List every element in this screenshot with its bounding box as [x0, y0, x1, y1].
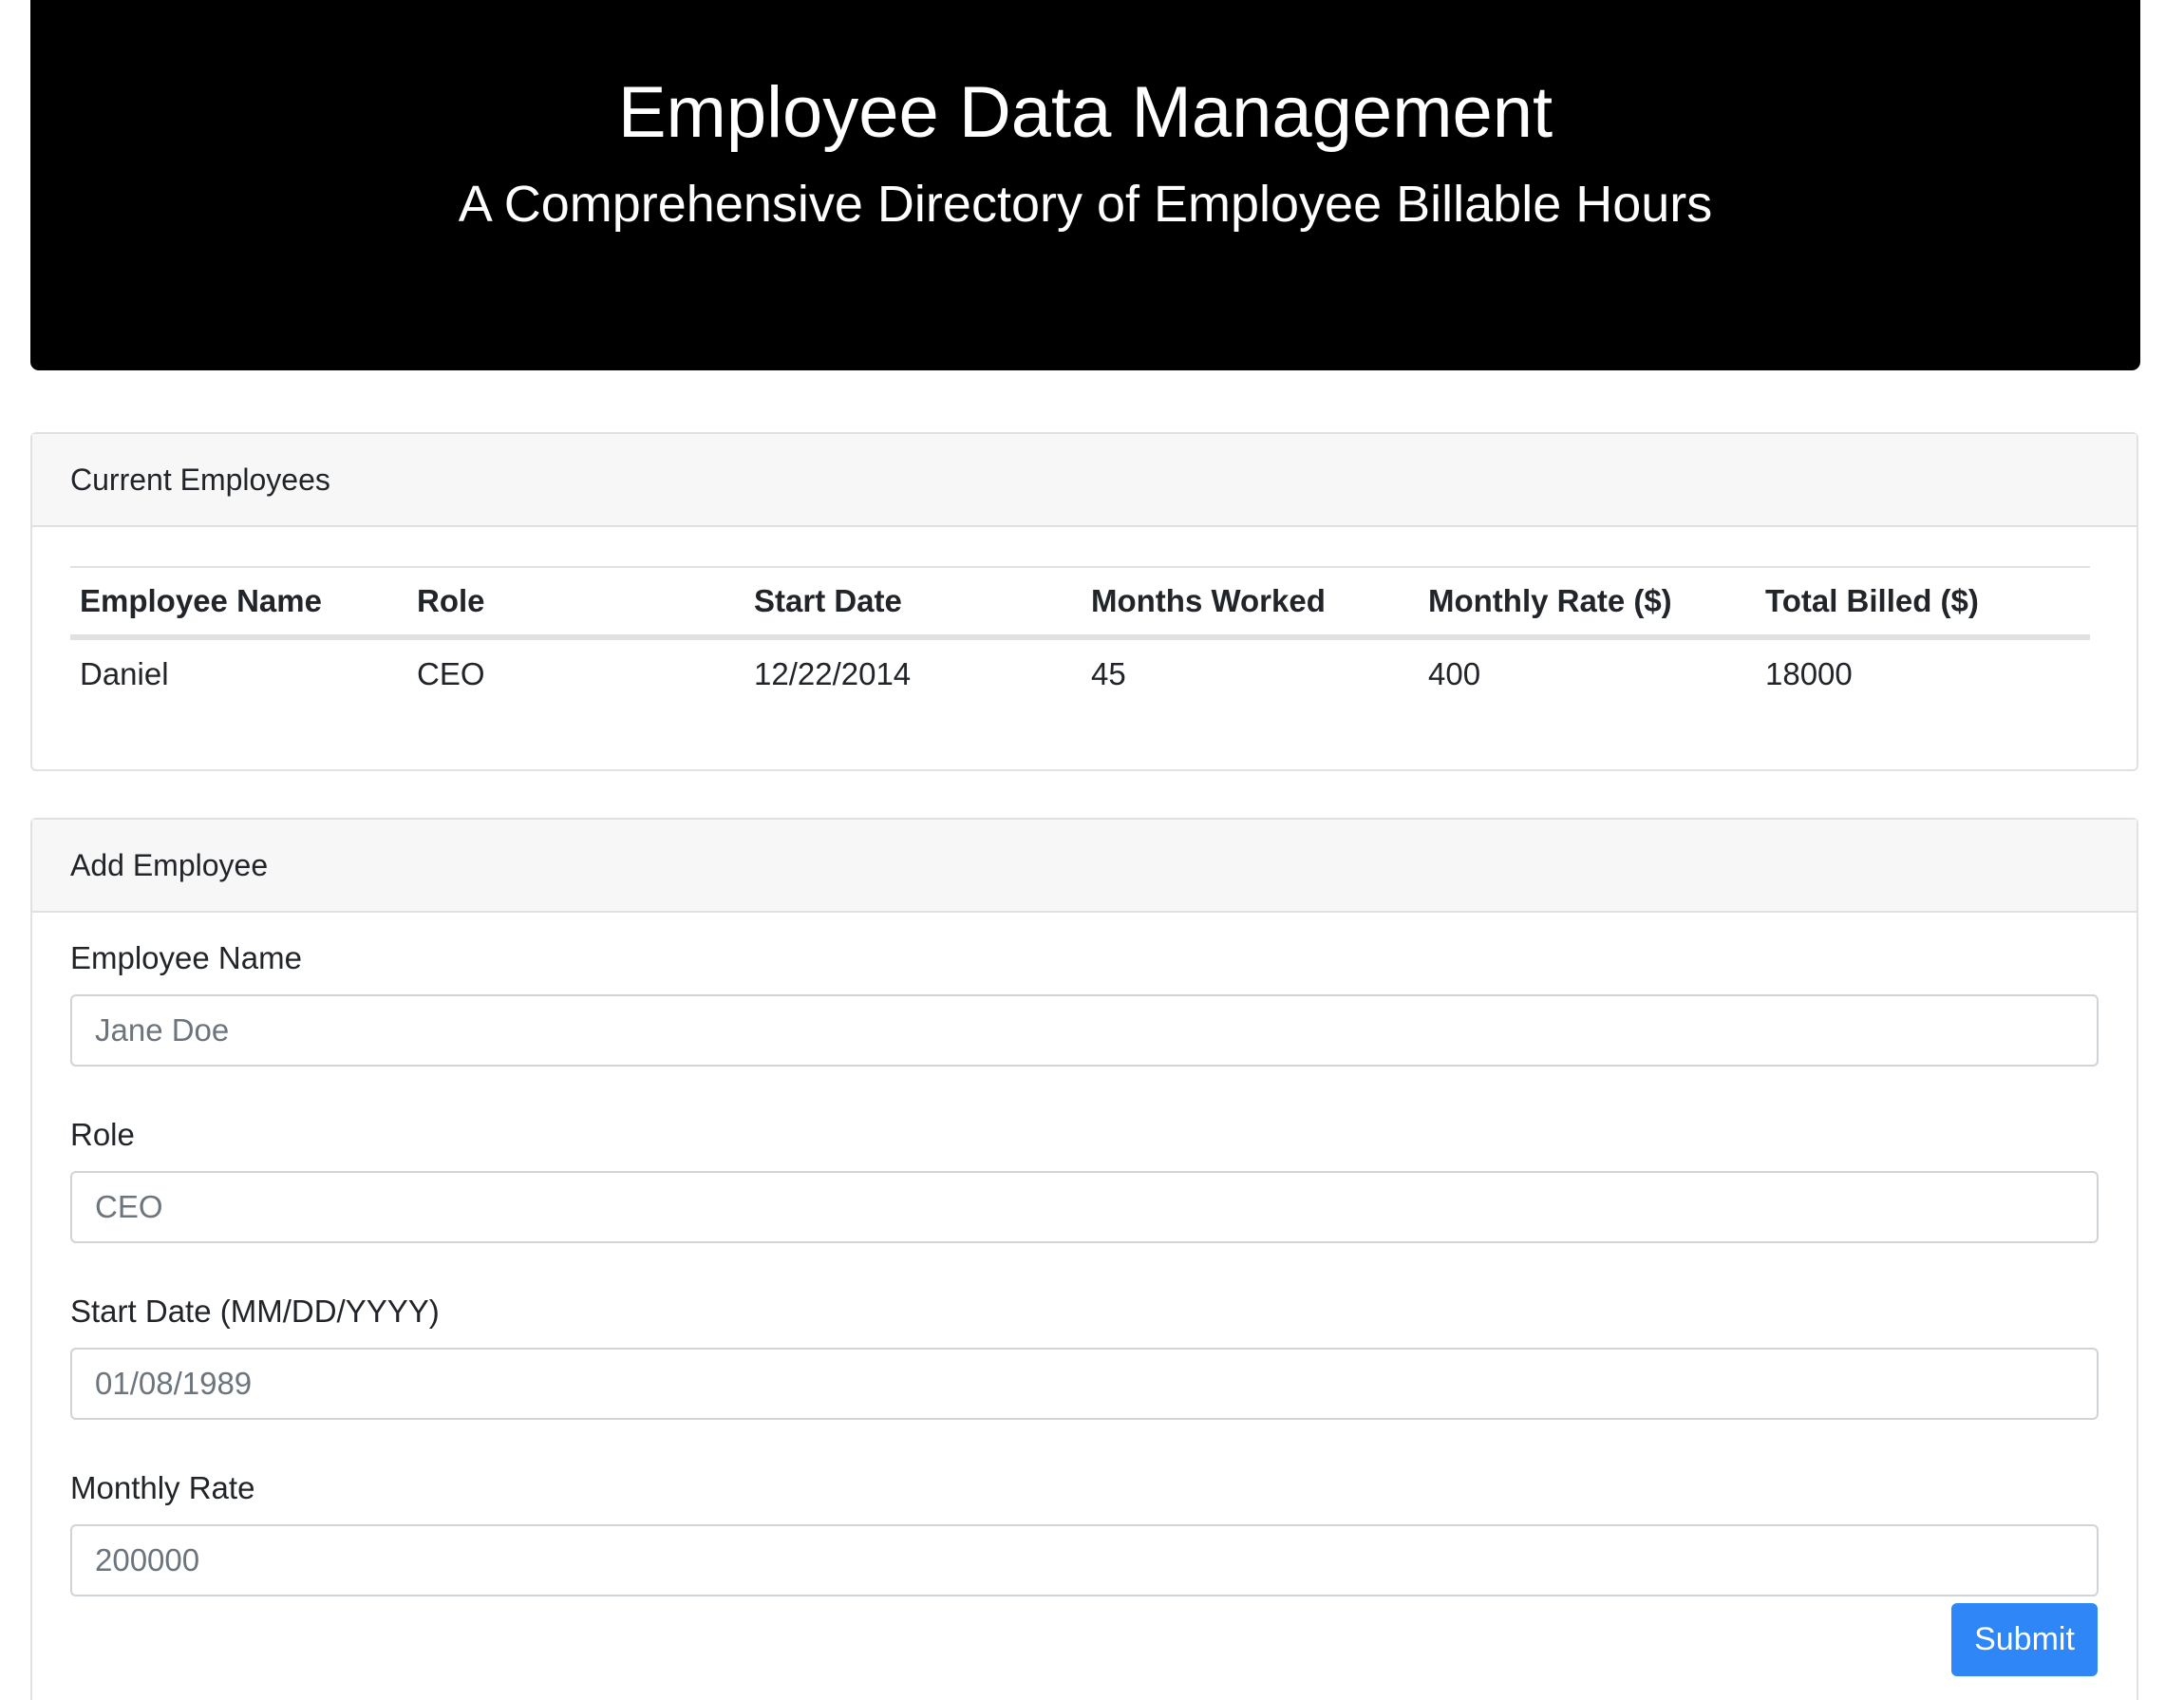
table-header-row: Employee Name Role Start Date Months Wor… [70, 566, 2090, 640]
column-header-start-date: Start Date [744, 566, 1082, 640]
page-header: Employee Data Management A Comprehensive… [30, 0, 2140, 370]
add-employee-header: Add Employee [32, 820, 2137, 913]
monthly-rate-label: Monthly Rate [70, 1470, 255, 1505]
role-input[interactable] [70, 1171, 2099, 1243]
start-date-input[interactable] [70, 1348, 2099, 1420]
current-employees-header: Current Employees [32, 434, 2137, 527]
employee-name-label: Employee Name [70, 940, 302, 975]
start-date-label: Start Date (MM/DD/YYYY) [70, 1294, 440, 1329]
column-header-employee-name: Employee Name [70, 566, 407, 640]
column-header-months-worked: Months Worked [1082, 566, 1419, 640]
column-header-role: Role [407, 566, 744, 640]
start-date-group: Start Date (MM/DD/YYYY) [70, 1293, 2099, 1420]
add-employee-card: Add Employee Employee Name Role Start Da… [30, 818, 2138, 1700]
role-label: Role [70, 1117, 135, 1152]
employee-name-input[interactable] [70, 994, 2099, 1067]
cell-start-date: 12/22/2014 [754, 656, 912, 691]
role-group: Role [70, 1116, 2099, 1243]
cell-monthly-rate: 400 [1428, 656, 1481, 691]
employee-name-group: Employee Name [70, 939, 2099, 1067]
cell-employee-name: Daniel [80, 656, 169, 691]
table-row: Daniel CEO 12/22/2014 45 400 18000 [70, 637, 2090, 708]
add-employee-form: Employee Name Role Start Date (MM/DD/YYY… [70, 939, 2099, 1646]
cell-total-billed: 18000 [1765, 656, 1853, 691]
employees-table: Employee Name Role Start Date Months Wor… [70, 566, 2090, 708]
column-header-monthly-rate: Monthly Rate ($) [1419, 566, 1756, 640]
column-header-total-billed: Total Billed ($) [1756, 566, 2090, 640]
current-employees-card: Current Employees Employee Name Role Sta… [30, 432, 2138, 771]
monthly-rate-input[interactable] [70, 1524, 2099, 1596]
submit-button[interactable]: Submit [1951, 1603, 2098, 1676]
cell-role: CEO [417, 656, 485, 691]
monthly-rate-group: Monthly Rate [70, 1469, 2099, 1596]
page-title: Employee Data Management [617, 72, 1553, 153]
page-subtitle: A Comprehensive Directory of Employee Bi… [458, 176, 1713, 233]
page: Employee Data Management A Comprehensive… [0, 0, 2184, 1700]
cell-months-worked: 45 [1091, 656, 1126, 691]
